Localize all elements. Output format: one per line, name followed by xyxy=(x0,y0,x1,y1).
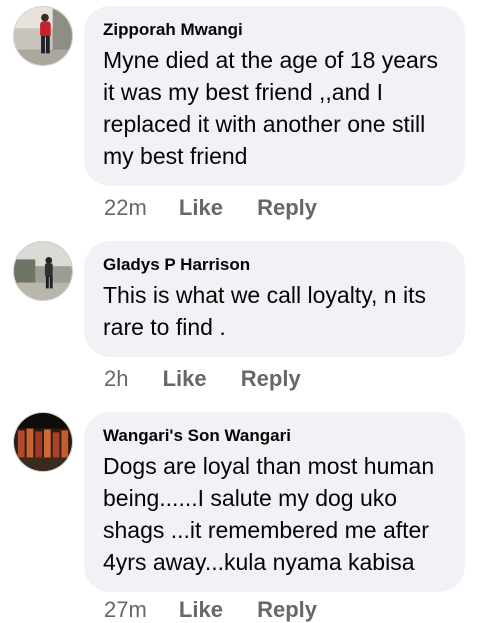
reply-button[interactable]: Reply xyxy=(257,195,317,221)
reply-button[interactable]: Reply xyxy=(257,597,317,623)
comment-bubble: Zipporah Mwangi Myne died at the age of … xyxy=(84,6,465,186)
comment-timestamp[interactable]: 22m xyxy=(104,195,147,221)
comment-text: Myne died at the age of 18 years it was … xyxy=(103,47,438,169)
profile-photo-icon xyxy=(14,7,72,65)
like-button[interactable]: Like xyxy=(163,366,207,392)
comment-actions: 2h Like Reply xyxy=(104,366,301,392)
comment-actions: 22m Like Reply xyxy=(104,195,317,221)
comment-author[interactable]: Wangari's Son Wangari xyxy=(103,426,447,446)
avatar[interactable] xyxy=(13,6,73,66)
like-button[interactable]: Like xyxy=(179,597,223,623)
profile-photo-icon xyxy=(14,242,72,300)
comment-actions: 27m Like Reply xyxy=(104,597,317,623)
comment-timestamp[interactable]: 27m xyxy=(104,597,147,623)
profile-photo-icon xyxy=(14,413,72,471)
comment-text: This is what we call loyalty, n its rare… xyxy=(103,282,426,340)
comment-text: Dogs are loyal than most human being....… xyxy=(103,453,435,575)
comment-bubble: Wangari's Son Wangari Dogs are loyal tha… xyxy=(84,412,465,592)
comment-author[interactable]: Zipporah Mwangi xyxy=(103,20,447,40)
comment-bubble: Gladys P Harrison This is what we call l… xyxy=(84,241,465,357)
like-button[interactable]: Like xyxy=(179,195,223,221)
avatar[interactable] xyxy=(13,241,73,301)
comment-author[interactable]: Gladys P Harrison xyxy=(103,255,447,275)
comment-timestamp[interactable]: 2h xyxy=(104,366,128,392)
reply-button[interactable]: Reply xyxy=(241,366,301,392)
avatar[interactable] xyxy=(13,412,73,472)
